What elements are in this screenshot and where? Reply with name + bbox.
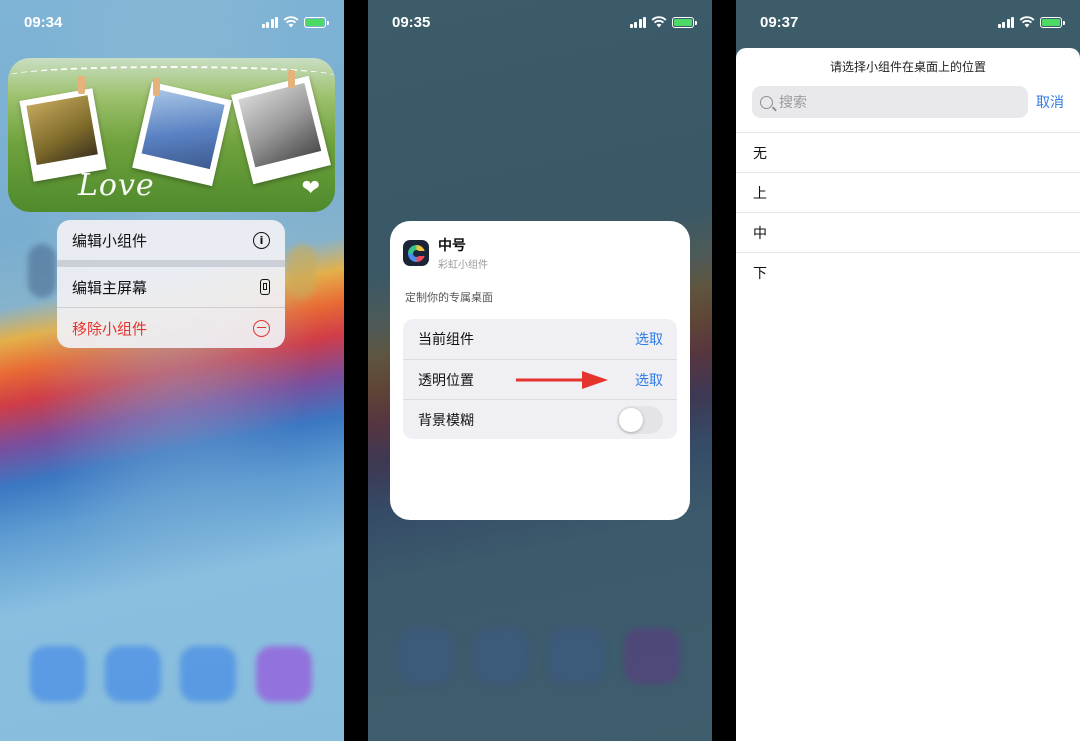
row-current-widget[interactable]: 当前组件 选取 xyxy=(403,319,677,359)
widget-config-card: 中号 彩虹小组件 定制你的专属桌面 当前组件 选取 透明位置 选取 背景模糊 xyxy=(390,221,690,520)
card-description: 定制你的专属桌面 xyxy=(405,291,493,304)
heart-icon: ❤ xyxy=(301,176,320,201)
cellular-signal-icon xyxy=(629,16,646,28)
sheet-title: 请选择小组件在桌面上的位置 xyxy=(829,60,986,74)
widget-caption: Love xyxy=(78,168,155,203)
app-icon-blurred xyxy=(28,244,56,298)
list-item-position-none[interactable]: 无 xyxy=(736,133,1080,173)
menu-item-label: 移除小组件 xyxy=(72,319,148,338)
clothespin xyxy=(288,70,295,88)
red-arrow-annotation xyxy=(516,371,608,389)
position-options-list: 无 上 中 下 xyxy=(736,132,1080,293)
clothespin xyxy=(78,76,85,94)
config-options: 当前组件 选取 透明位置 选取 背景模糊 xyxy=(403,319,677,439)
menu-divider xyxy=(57,260,285,267)
status-bar: 09:34 xyxy=(0,0,344,44)
row-background-blur: 背景模糊 xyxy=(403,399,677,439)
select-transparent-position-button[interactable]: 选取 xyxy=(635,370,663,390)
row-label: 当前组件 xyxy=(418,332,474,348)
background-blur-toggle[interactable] xyxy=(617,405,663,434)
dock-app-icon xyxy=(624,628,680,684)
search-placeholder: 搜索 xyxy=(779,95,807,111)
wifi-icon xyxy=(1019,16,1035,28)
info-icon: i xyxy=(253,231,270,249)
search-input[interactable]: 搜索 xyxy=(752,86,1028,118)
list-item-position-top[interactable]: 上 xyxy=(736,173,1080,213)
wifi-icon xyxy=(283,16,299,28)
battery-icon xyxy=(1040,16,1065,28)
select-current-widget-button[interactable]: 选取 xyxy=(635,329,663,349)
app-name: 彩虹小组件 xyxy=(438,260,488,271)
phone-icon xyxy=(260,279,270,295)
row-transparent-position[interactable]: 透明位置 选取 xyxy=(403,359,677,399)
position-picker-sheet: 请选择小组件在桌面上的位置 搜索 取消 无 上 中 下 xyxy=(736,48,1080,741)
polaroid-photo-3 xyxy=(231,75,331,185)
minus-circle-icon xyxy=(253,319,270,337)
dock-app-icon xyxy=(256,646,312,702)
dock-app-icon xyxy=(180,646,236,702)
list-item-position-middle[interactable]: 中 xyxy=(736,213,1080,253)
rainbow-widget-app-icon xyxy=(403,240,429,266)
clothespin xyxy=(153,78,160,96)
status-bar: 09:35 xyxy=(368,0,712,44)
battery-icon xyxy=(672,16,697,28)
status-bar: 09:37 xyxy=(736,0,1080,44)
dock-app-icon xyxy=(398,628,454,684)
wifi-icon xyxy=(651,16,667,28)
photo-widget[interactable] xyxy=(8,58,335,212)
menu-item-remove-widget[interactable]: 移除小组件 xyxy=(57,308,285,348)
context-menu: 编辑小组件 i 编辑主屏幕 移除小组件 xyxy=(57,220,285,348)
dock-app-icon xyxy=(473,628,529,684)
search-row: 搜索 取消 xyxy=(736,82,1080,122)
battery-icon xyxy=(304,16,329,28)
screen-widget-config: 09:35 中号 彩虹小组件 定制你的专属桌面 当前组件 选取 透明位置 选取 … xyxy=(368,0,712,741)
dock-app-icon xyxy=(30,646,86,702)
menu-item-edit-home-screen[interactable]: 编辑主屏幕 xyxy=(57,267,285,307)
screen-home-context-menu: 09:34 Love ❤ 编辑小组件 i 编辑主屏幕 移除小组件 xyxy=(0,0,344,741)
status-time: 09:35 xyxy=(392,13,431,31)
screen-position-picker: 09:37 请选择小组件在桌面上的位置 搜索 取消 无 上 中 下 xyxy=(736,0,1080,741)
dock-app-icon xyxy=(548,628,604,684)
menu-item-label: 编辑小组件 xyxy=(72,231,148,250)
status-time: 09:37 xyxy=(760,13,799,31)
row-label: 透明位置 xyxy=(418,372,474,389)
cellular-signal-icon xyxy=(997,16,1014,28)
status-time: 09:34 xyxy=(24,13,63,31)
list-item-position-bottom[interactable]: 下 xyxy=(736,253,1080,293)
search-icon xyxy=(760,95,773,109)
row-label: 背景模糊 xyxy=(418,412,474,429)
menu-item-label: 编辑主屏幕 xyxy=(72,278,148,297)
cancel-button[interactable]: 取消 xyxy=(1036,92,1064,112)
dock-app-icon xyxy=(105,646,161,702)
app-icon-blurred xyxy=(288,244,316,298)
widget-size-title: 中号 xyxy=(438,238,466,254)
menu-item-edit-widget[interactable]: 编辑小组件 i xyxy=(57,220,285,260)
cellular-signal-icon xyxy=(261,16,278,28)
